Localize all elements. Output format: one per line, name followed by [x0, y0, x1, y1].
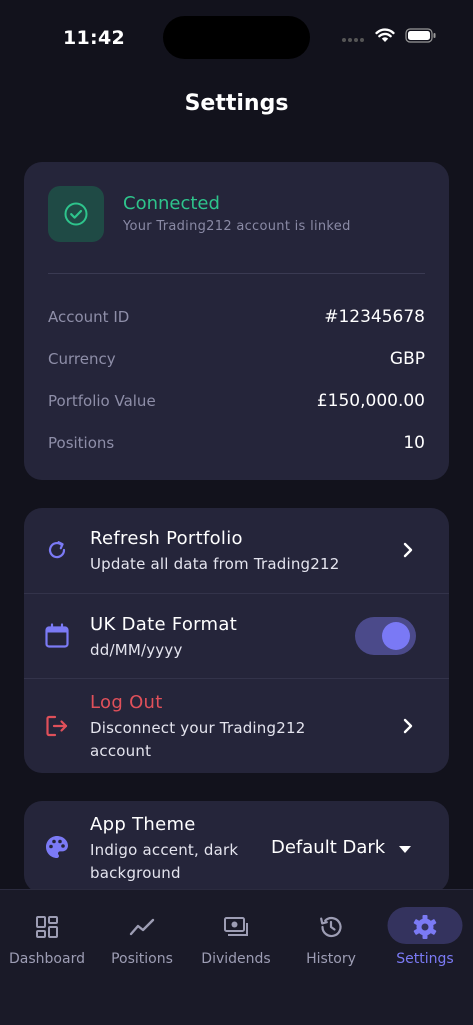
- tab-label: Positions: [111, 951, 173, 967]
- status-time: 11:42: [63, 27, 125, 49]
- battery-icon: [405, 28, 437, 47]
- tab-positions[interactable]: Positions: [95, 890, 189, 980]
- refresh-portfolio-row[interactable]: Refresh Portfolio Update all data from T…: [24, 508, 449, 593]
- palette-icon: [42, 832, 72, 862]
- signal-icon: [341, 28, 365, 47]
- theme-card: App Theme Indigo accent, dark background…: [24, 801, 449, 893]
- tab-dividends[interactable]: Dividends: [189, 890, 283, 980]
- info-row-currency: Currency GBP: [48, 347, 425, 371]
- tab-label: Dividends: [201, 951, 271, 967]
- history-icon: [316, 912, 346, 942]
- status-bar: 11:42: [0, 0, 473, 76]
- chevron-right-icon: [401, 716, 415, 736]
- refresh-icon: [42, 535, 72, 565]
- row-subtitle: Indigo accent, dark background: [90, 841, 239, 882]
- dynamic-island: [163, 16, 310, 59]
- info-value: GBP: [389, 349, 425, 369]
- dashboard-icon: [32, 912, 62, 942]
- theme-dropdown[interactable]: Default Dark: [271, 837, 412, 858]
- row-subtitle: Update all data from Trading212: [90, 555, 340, 573]
- status-icons: [341, 28, 437, 47]
- row-title: App Theme: [90, 814, 196, 835]
- tab-history[interactable]: History: [284, 890, 378, 980]
- connection-subtitle: Your Trading212 account is linked: [123, 219, 351, 234]
- info-row-positions: Positions 10: [48, 431, 425, 455]
- theme-selected-value: Default Dark: [271, 837, 386, 858]
- trend-line-icon: [127, 912, 157, 942]
- check-circle-icon: [48, 186, 104, 242]
- toggle-knob: [382, 622, 410, 650]
- calendar-icon: [42, 621, 72, 651]
- row-title: Log Out: [90, 692, 163, 713]
- tab-label: Dashboard: [9, 951, 85, 967]
- info-label: Positions: [48, 434, 115, 452]
- actions-card: Refresh Portfolio Update all data from T…: [24, 508, 449, 773]
- uk-date-format-toggle[interactable]: [355, 617, 416, 655]
- gear-icon: [410, 912, 440, 942]
- tab-dashboard[interactable]: Dashboard: [0, 890, 94, 980]
- tab-label: History: [306, 951, 356, 967]
- divider: [48, 273, 425, 274]
- connection-status: Connected: [123, 193, 220, 214]
- info-row-account-id: Account ID #12345678: [48, 305, 425, 329]
- caret-down-icon: [399, 837, 412, 858]
- logout-icon: [42, 711, 72, 741]
- page-title: Settings: [184, 91, 289, 116]
- tab-settings[interactable]: Settings: [378, 890, 472, 980]
- info-label: Portfolio Value: [48, 392, 156, 410]
- info-label: Currency: [48, 350, 116, 368]
- info-value: #12345678: [324, 307, 425, 327]
- tab-label: Settings: [396, 951, 454, 967]
- row-title: UK Date Format: [90, 614, 238, 635]
- bottom-tab-bar: Dashboard Positions Dividends History Se…: [0, 889, 473, 1025]
- info-value: £150,000.00: [316, 391, 425, 411]
- row-subtitle: Disconnect your Trading212 account: [90, 719, 306, 760]
- row-title: Refresh Portfolio: [90, 528, 243, 549]
- info-row-portfolio-value: Portfolio Value £150,000.00: [48, 389, 425, 413]
- info-label: Account ID: [48, 308, 130, 326]
- cash-icon: [221, 912, 251, 942]
- connection-card: Connected Your Trading212 account is lin…: [24, 162, 449, 480]
- wifi-icon: [375, 28, 395, 47]
- info-value: 10: [403, 433, 425, 453]
- chevron-right-icon: [401, 540, 415, 560]
- row-subtitle: dd/MM/yyyy: [90, 641, 183, 659]
- log-out-row[interactable]: Log Out Disconnect your Trading212 accou…: [24, 679, 449, 773]
